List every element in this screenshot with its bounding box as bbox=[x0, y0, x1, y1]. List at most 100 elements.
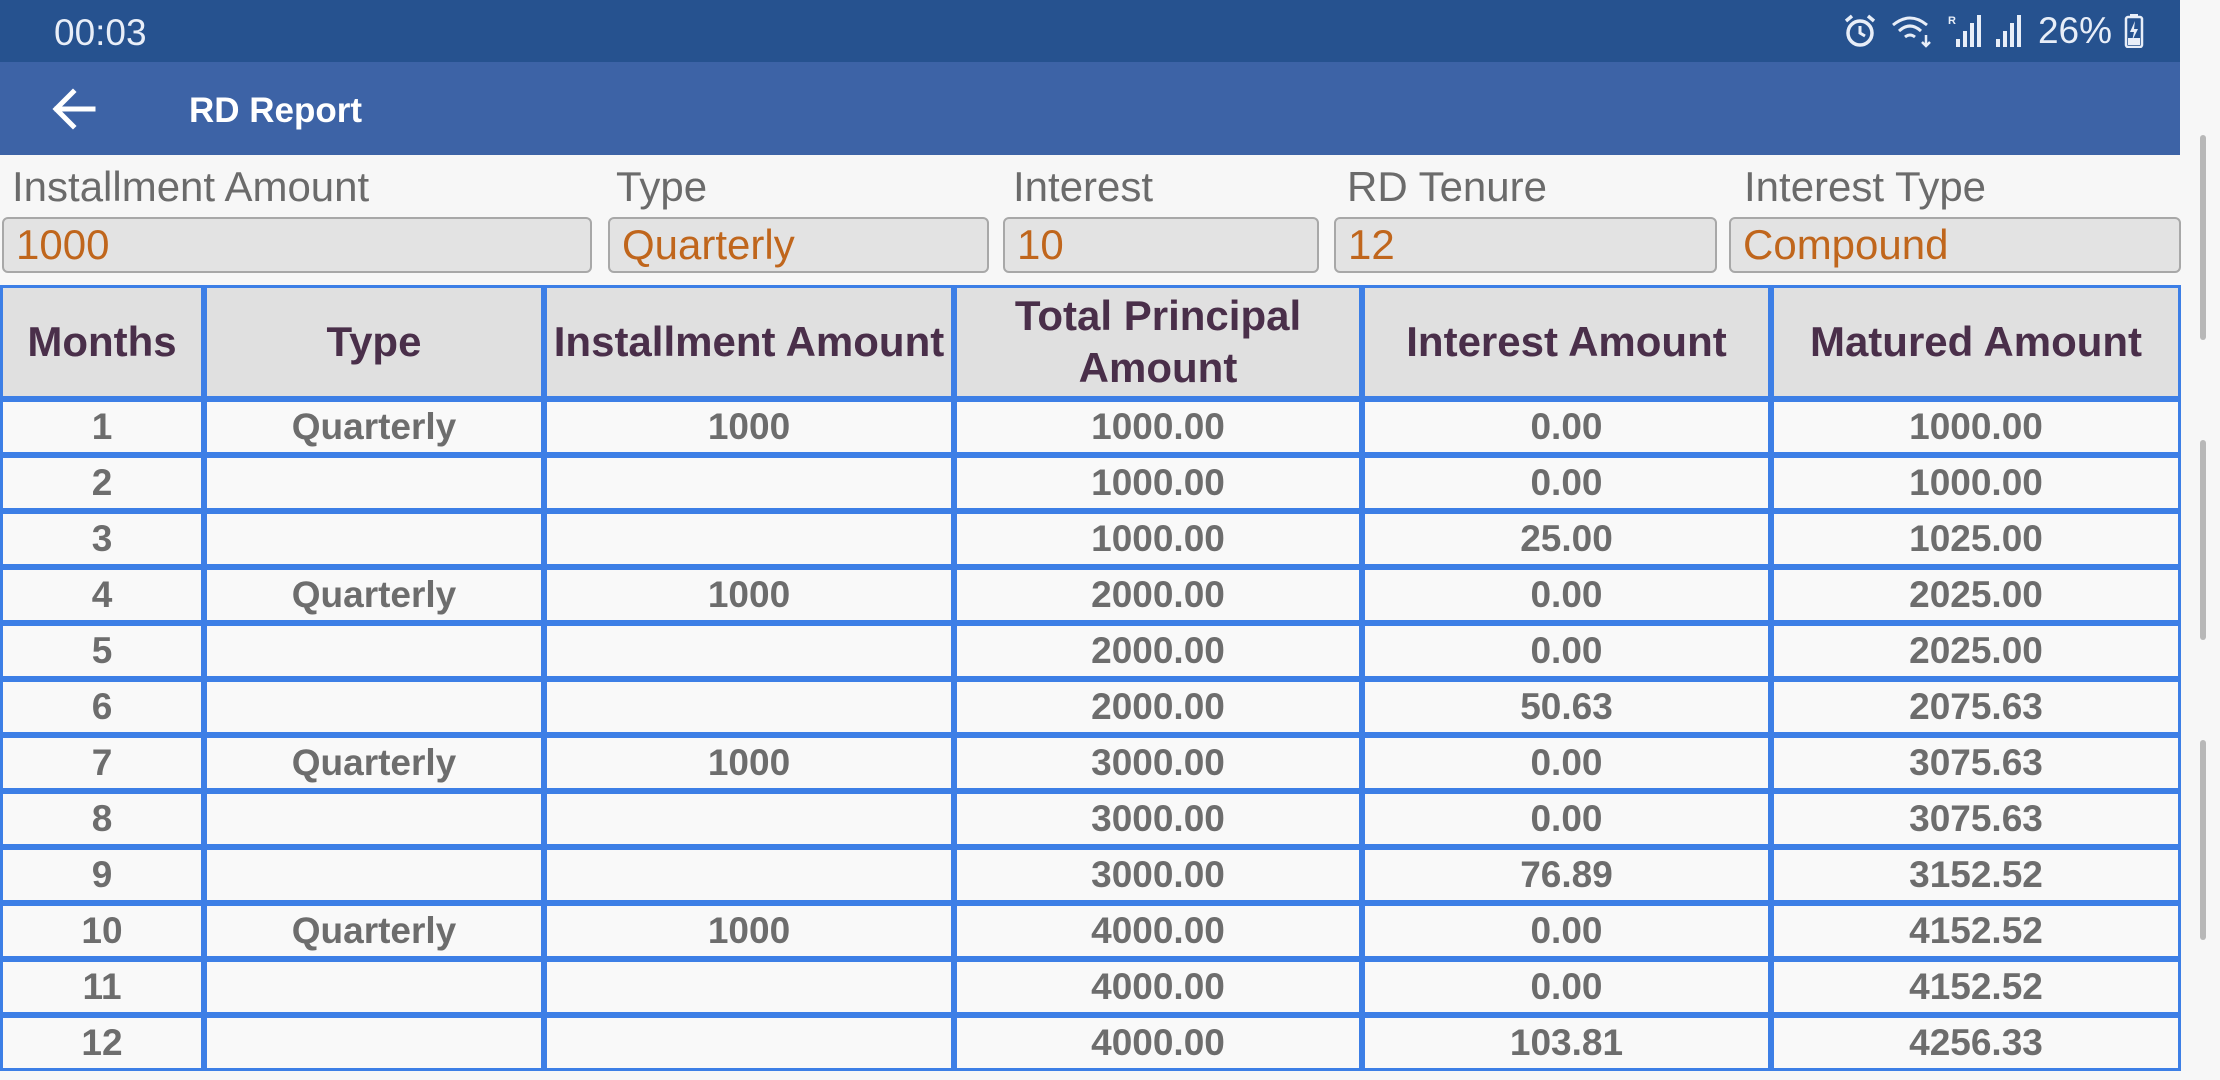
cell-installment-amount: 1000 bbox=[544, 399, 954, 455]
cell-matured-amount: 1000.00 bbox=[1771, 455, 2181, 511]
cell-total-principal: 2000.00 bbox=[954, 623, 1362, 679]
interest-label: Interest bbox=[1013, 163, 1154, 210]
cell-total-principal: 4000.00 bbox=[954, 1015, 1362, 1071]
cell-installment-amount bbox=[544, 847, 954, 903]
signal-icon bbox=[1995, 15, 2021, 47]
cell-month: 4 bbox=[0, 567, 204, 623]
cell-interest-amount: 0.00 bbox=[1362, 455, 1771, 511]
alarm-icon bbox=[1844, 14, 1876, 47]
installment-amount-field[interactable]: 1000 bbox=[2, 217, 592, 273]
table-row: 9 3000.00 76.89 3152.52 bbox=[0, 847, 2181, 903]
cell-total-principal: 4000.00 bbox=[954, 903, 1362, 959]
cell-interest-amount: 0.00 bbox=[1362, 735, 1771, 791]
cell-interest-amount: 0.00 bbox=[1362, 623, 1771, 679]
cell-type: Quarterly bbox=[204, 567, 544, 623]
cell-matured-amount: 4152.52 bbox=[1771, 903, 2181, 959]
cell-type bbox=[204, 791, 544, 847]
cell-month: 8 bbox=[0, 791, 204, 847]
status-bar: 00:03 R 26% bbox=[0, 0, 2180, 62]
cell-total-principal: 1000.00 bbox=[954, 399, 1362, 455]
cell-matured-amount: 4256.33 bbox=[1771, 1015, 2181, 1071]
svg-text:R: R bbox=[1948, 15, 1956, 27]
type-field[interactable]: Quarterly bbox=[608, 217, 989, 273]
cell-matured-amount: 2025.00 bbox=[1771, 567, 2181, 623]
cell-installment-amount bbox=[544, 623, 954, 679]
header-installment-amount: Installment Amount bbox=[544, 285, 954, 399]
cell-type bbox=[204, 847, 544, 903]
cell-matured-amount: 2075.63 bbox=[1771, 679, 2181, 735]
cell-type bbox=[204, 1015, 544, 1071]
arrow-left-icon bbox=[52, 88, 96, 130]
scrollbar-thumb[interactable] bbox=[2200, 135, 2206, 340]
cell-interest-amount: 0.00 bbox=[1362, 791, 1771, 847]
table-row: 3 1000.00 25.00 1025.00 bbox=[0, 511, 2181, 567]
cell-interest-amount: 0.00 bbox=[1362, 567, 1771, 623]
header-total-principal-amount: Total Principal Amount bbox=[954, 285, 1362, 399]
cell-total-principal: 2000.00 bbox=[954, 679, 1362, 735]
cell-matured-amount: 4152.52 bbox=[1771, 959, 2181, 1015]
cell-month: 2 bbox=[0, 455, 204, 511]
table-row: 6 2000.00 50.63 2075.63 bbox=[0, 679, 2181, 735]
tenure-label: RD Tenure bbox=[1347, 163, 1547, 210]
rd-report-table: Months Type Installment Amount Total Pri… bbox=[0, 285, 2181, 1071]
cell-month: 9 bbox=[0, 847, 204, 903]
cell-month: 11 bbox=[0, 959, 204, 1015]
cell-type bbox=[204, 455, 544, 511]
battery-charging-icon bbox=[2124, 14, 2144, 48]
cell-interest-amount: 0.00 bbox=[1362, 959, 1771, 1015]
cell-matured-amount: 3075.63 bbox=[1771, 735, 2181, 791]
cell-type: Quarterly bbox=[204, 903, 544, 959]
interest-field[interactable]: 10 bbox=[1003, 217, 1319, 273]
cell-month: 3 bbox=[0, 511, 204, 567]
table-row: 8 3000.00 0.00 3075.63 bbox=[0, 791, 2181, 847]
table-row: 10 Quarterly 1000 4000.00 0.00 4152.52 bbox=[0, 903, 2181, 959]
table-row: 12 4000.00 103.81 4256.33 bbox=[0, 1015, 2181, 1071]
cell-total-principal: 2000.00 bbox=[954, 567, 1362, 623]
wifi-calling-icon bbox=[1891, 16, 1931, 48]
cell-type bbox=[204, 959, 544, 1015]
table-header-row: Months Type Installment Amount Total Pri… bbox=[0, 285, 2181, 399]
cell-installment-amount bbox=[544, 455, 954, 511]
status-time: 00:03 bbox=[54, 12, 147, 53]
cell-total-principal: 3000.00 bbox=[954, 791, 1362, 847]
signal-roaming-icon: R bbox=[1948, 15, 1981, 47]
type-label: Type bbox=[616, 163, 708, 210]
scrollbar-thumb[interactable] bbox=[2200, 440, 2206, 640]
cell-total-principal: 1000.00 bbox=[954, 455, 1362, 511]
cell-interest-amount: 25.00 bbox=[1362, 511, 1771, 567]
status-icons: R 26% bbox=[1842, 10, 2144, 52]
cell-interest-amount: 0.00 bbox=[1362, 399, 1771, 455]
cell-installment-amount bbox=[544, 959, 954, 1015]
cell-installment-amount bbox=[544, 511, 954, 567]
interest-type-field[interactable]: Compound bbox=[1729, 217, 2181, 273]
table-row: 2 1000.00 0.00 1000.00 bbox=[0, 455, 2181, 511]
cell-installment-amount bbox=[544, 679, 954, 735]
table-row: 1 Quarterly 1000 1000.00 0.00 1000.00 bbox=[0, 399, 2181, 455]
table-row: 7 Quarterly 1000 3000.00 0.00 3075.63 bbox=[0, 735, 2181, 791]
cell-month: 5 bbox=[0, 623, 204, 679]
cell-month: 1 bbox=[0, 399, 204, 455]
table-row: 4 Quarterly 1000 2000.00 0.00 2025.00 bbox=[0, 567, 2181, 623]
cell-installment-amount bbox=[544, 1015, 954, 1071]
cell-total-principal: 4000.00 bbox=[954, 959, 1362, 1015]
tenure-field[interactable]: 12 bbox=[1334, 217, 1717, 273]
table-row: 5 2000.00 0.00 2025.00 bbox=[0, 623, 2181, 679]
cell-type bbox=[204, 511, 544, 567]
cell-matured-amount: 2025.00 bbox=[1771, 623, 2181, 679]
cell-type: Quarterly bbox=[204, 399, 544, 455]
cell-matured-amount: 1000.00 bbox=[1771, 399, 2181, 455]
battery-percent: 26% bbox=[2037, 10, 2112, 51]
header-type: Type bbox=[204, 285, 544, 399]
cell-installment-amount: 1000 bbox=[544, 903, 954, 959]
app-bar: RD Report bbox=[0, 62, 2180, 155]
cell-month: 7 bbox=[0, 735, 204, 791]
cell-month: 10 bbox=[0, 903, 204, 959]
cell-month: 6 bbox=[0, 679, 204, 735]
header-months: Months bbox=[0, 285, 204, 399]
header-interest-amount: Interest Amount bbox=[1362, 285, 1771, 399]
interest-type-label: Interest Type bbox=[1744, 163, 1987, 210]
cell-installment-amount bbox=[544, 791, 954, 847]
scrollbar-thumb[interactable] bbox=[2200, 740, 2206, 940]
cell-type bbox=[204, 679, 544, 735]
back-button[interactable] bbox=[46, 84, 102, 134]
